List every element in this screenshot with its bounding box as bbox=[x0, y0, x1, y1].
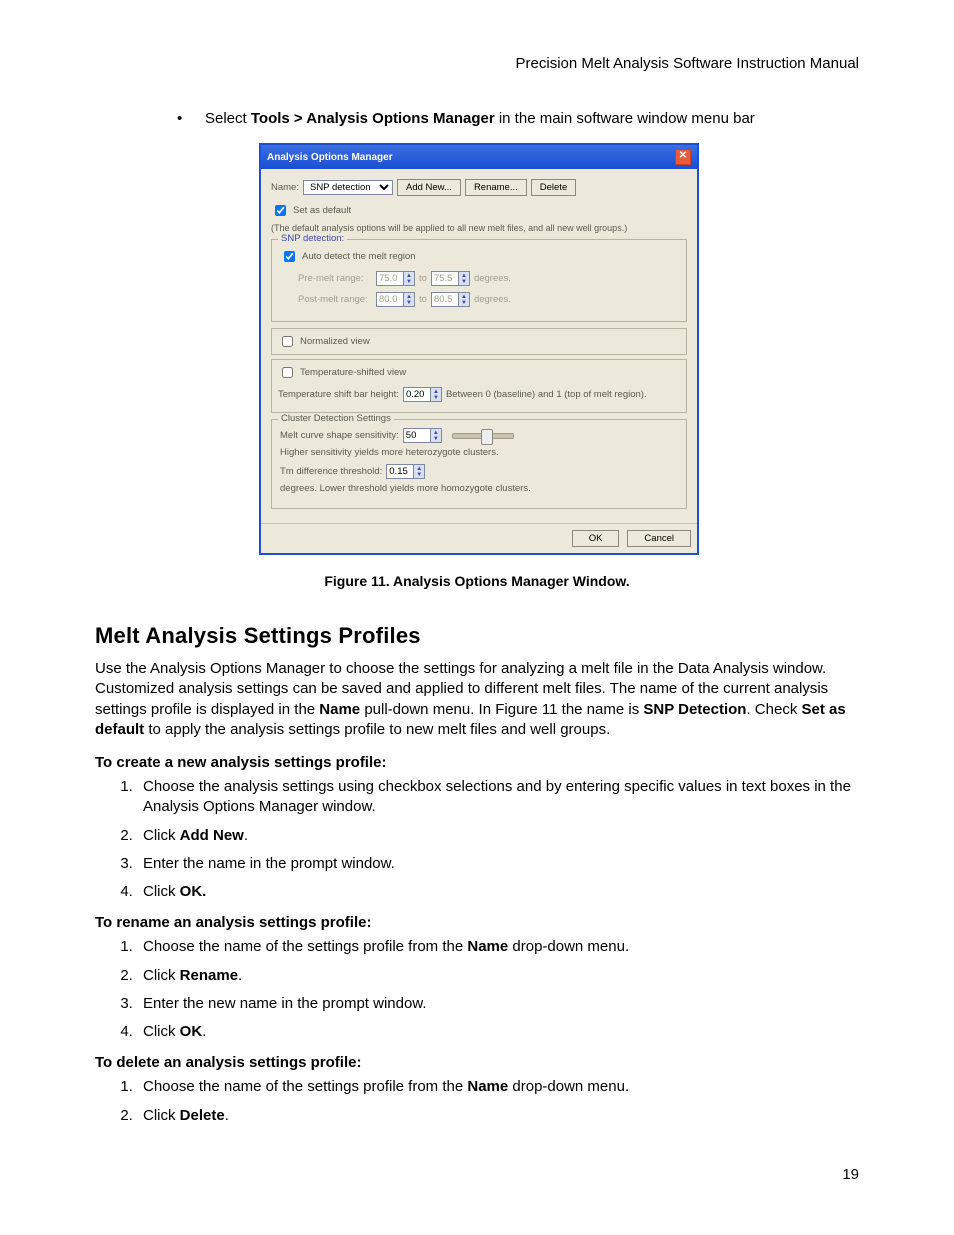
sensitivity-note: Higher sensitivity yields more heterozyg… bbox=[280, 447, 499, 458]
cluster-title: Cluster Detection Settings bbox=[278, 413, 394, 424]
dialog-title-text: Analysis Options Manager bbox=[267, 152, 393, 163]
rename-button[interactable]: Rename... bbox=[465, 179, 527, 196]
ok-button[interactable]: OK bbox=[572, 530, 620, 547]
section-heading: Melt Analysis Settings Profiles bbox=[95, 623, 859, 649]
post-melt-a-input[interactable] bbox=[376, 292, 404, 307]
set-default-note: (The default analysis options will be ap… bbox=[271, 223, 627, 233]
dialog-titlebar: Analysis Options Manager ✕ bbox=[261, 145, 697, 169]
spinner-icon[interactable]: ▲▼ bbox=[459, 271, 470, 286]
temp-shifted-checkbox[interactable] bbox=[282, 367, 293, 378]
auto-detect-checkbox[interactable] bbox=[284, 251, 295, 262]
rename-heading: To rename an analysis settings profile: bbox=[95, 914, 859, 931]
cluster-detection-group: Cluster Detection Settings Melt curve sh… bbox=[271, 419, 687, 509]
instruction-bullet: •Select Tools > Analysis Options Manager… bbox=[205, 110, 859, 127]
bullet-post: in the main software window menu bar bbox=[495, 110, 755, 127]
intro-paragraph: Use the Analysis Options Manager to choo… bbox=[95, 659, 859, 740]
to-label-2: to bbox=[419, 294, 427, 305]
to-label-1: to bbox=[419, 273, 427, 284]
close-icon[interactable]: ✕ bbox=[675, 149, 691, 165]
set-default-label: Set as default bbox=[293, 205, 351, 216]
list-item: Click OK. bbox=[137, 882, 859, 902]
auto-detect-label: Auto detect the melt region bbox=[302, 251, 416, 262]
name-select[interactable]: SNP detection bbox=[303, 180, 393, 195]
spinner-icon[interactable]: ▲▼ bbox=[431, 387, 442, 402]
list-item: Choose the name of the settings profile … bbox=[137, 1077, 859, 1097]
degrees-label-2: degrees. bbox=[474, 294, 511, 305]
spinner-icon[interactable]: ▲▼ bbox=[404, 292, 415, 307]
list-item: Enter the name in the prompt window. bbox=[137, 854, 859, 874]
pre-melt-a-input[interactable] bbox=[376, 271, 404, 286]
shift-note: Between 0 (baseline) and 1 (top of melt … bbox=[446, 389, 647, 400]
create-steps: Choose the analysis settings using check… bbox=[95, 777, 859, 902]
analysis-options-manager-dialog: Analysis Options Manager ✕ Name: SNP det… bbox=[259, 143, 699, 555]
delete-steps: Choose the name of the settings profile … bbox=[95, 1077, 859, 1126]
delete-button[interactable]: Delete bbox=[531, 179, 576, 196]
tm-note: degrees. Lower threshold yields more hom… bbox=[280, 483, 531, 494]
page-header: Precision Melt Analysis Software Instruc… bbox=[95, 55, 859, 72]
delete-heading: To delete an analysis settings profile: bbox=[95, 1054, 859, 1071]
create-heading: To create a new analysis settings profil… bbox=[95, 754, 859, 771]
spinner-icon[interactable]: ▲▼ bbox=[431, 428, 442, 443]
figure-caption: Figure 11. Analysis Options Manager Wind… bbox=[95, 573, 859, 589]
snp-detection-group: SNP detection: Auto detect the melt regi… bbox=[271, 239, 687, 322]
list-item: Click Rename. bbox=[137, 966, 859, 986]
bullet-pre: Select bbox=[205, 110, 251, 127]
cancel-button[interactable]: Cancel bbox=[627, 530, 691, 547]
sensitivity-input[interactable] bbox=[403, 428, 431, 443]
list-item: Click OK. bbox=[137, 1022, 859, 1042]
shift-input[interactable] bbox=[403, 387, 431, 402]
pre-melt-b-input[interactable] bbox=[431, 271, 459, 286]
list-item: Click Delete. bbox=[137, 1106, 859, 1126]
spinner-icon[interactable]: ▲▼ bbox=[414, 464, 425, 479]
shift-label: Temperature shift bar height: bbox=[278, 389, 399, 400]
snp-group-title: SNP detection: bbox=[278, 233, 347, 244]
list-item: Click Add New. bbox=[137, 826, 859, 846]
set-default-checkbox[interactable] bbox=[275, 205, 286, 216]
name-label: Name: bbox=[271, 182, 299, 193]
normalized-checkbox[interactable] bbox=[282, 336, 293, 347]
sensitivity-slider[interactable] bbox=[452, 433, 514, 439]
list-item: Choose the analysis settings using check… bbox=[137, 777, 859, 818]
post-melt-label: Post-melt range: bbox=[298, 294, 372, 305]
list-item: Choose the name of the settings profile … bbox=[137, 937, 859, 957]
list-item: Enter the new name in the prompt window. bbox=[137, 994, 859, 1014]
bullet-bold: Tools > Analysis Options Manager bbox=[251, 110, 495, 127]
degrees-label-1: degrees. bbox=[474, 273, 511, 284]
tm-input[interactable] bbox=[386, 464, 414, 479]
spinner-icon[interactable]: ▲▼ bbox=[404, 271, 415, 286]
temp-shifted-label: Temperature-shifted view bbox=[300, 367, 406, 378]
tm-label: Tm difference threshold: bbox=[280, 466, 382, 477]
pre-melt-label: Pre-melt range: bbox=[298, 273, 372, 284]
normalized-label: Normalized view bbox=[300, 336, 370, 347]
sensitivity-label: Melt curve shape sensitivity: bbox=[280, 430, 399, 441]
rename-steps: Choose the name of the settings profile … bbox=[95, 937, 859, 1042]
add-new-button[interactable]: Add New... bbox=[397, 179, 461, 196]
spinner-icon[interactable]: ▲▼ bbox=[459, 292, 470, 307]
page-number: 19 bbox=[842, 1166, 859, 1183]
post-melt-b-input[interactable] bbox=[431, 292, 459, 307]
